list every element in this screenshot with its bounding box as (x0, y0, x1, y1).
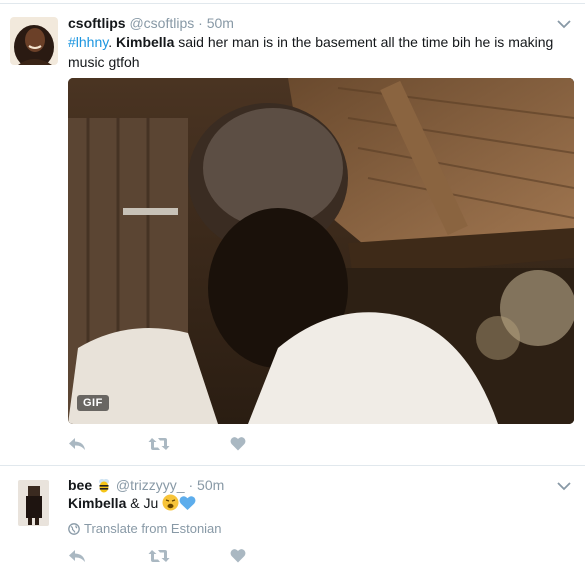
gif-frame (68, 78, 574, 424)
separator: · (188, 477, 194, 493)
gif-badge: GIF (77, 395, 109, 411)
tweet[interactable]: csoftlips @csoftlips · 50m #lhhny. Kimbe… (0, 4, 585, 465)
separator: · (198, 15, 203, 31)
retweet-icon[interactable] (148, 436, 170, 457)
timestamp[interactable]: 50m (207, 15, 234, 31)
chevron-down-icon[interactable] (557, 480, 571, 494)
username[interactable]: @trizzyyy_ (116, 477, 185, 493)
like-icon[interactable] (230, 436, 246, 456)
tweet-text-segment: . (108, 34, 116, 50)
reply-icon[interactable] (68, 548, 86, 569)
hashtag-link[interactable]: #lhhny (68, 34, 108, 50)
globe-icon (68, 523, 80, 538)
timestamp[interactable]: 50m (197, 477, 224, 493)
avatar[interactable] (18, 480, 49, 526)
bold-name: Kimbella (116, 34, 175, 50)
tweet[interactable]: bee @trizzyyy_ · 50m Kimbella & Ju Trans… (0, 466, 585, 581)
tweet-text: #lhhny. Kimbella said her man is in the … (68, 32, 568, 72)
bold-name: Kimbella (68, 495, 127, 511)
username[interactable]: @csoftlips (129, 15, 194, 31)
translate-label: Translate from Estonian (84, 521, 222, 536)
retweet-icon[interactable] (148, 548, 170, 569)
avatar[interactable] (10, 17, 58, 65)
tweet-text: Kimbella & Ju (68, 493, 568, 516)
translate-link[interactable]: Translate from Estonian (68, 521, 222, 538)
reply-icon[interactable] (68, 436, 86, 457)
tweet-header: csoftlips @csoftlips · 50m (68, 14, 234, 32)
blue-heart-emoji-icon (179, 495, 196, 516)
weary-face-emoji-icon (162, 494, 179, 516)
fullname[interactable]: bee (68, 477, 92, 493)
gif-media[interactable]: GIF (68, 78, 574, 424)
tweet-text-segment: & Ju (126, 495, 159, 511)
chevron-down-icon[interactable] (557, 18, 571, 32)
fullname[interactable]: csoftlips (68, 15, 126, 31)
like-icon[interactable] (230, 548, 246, 568)
